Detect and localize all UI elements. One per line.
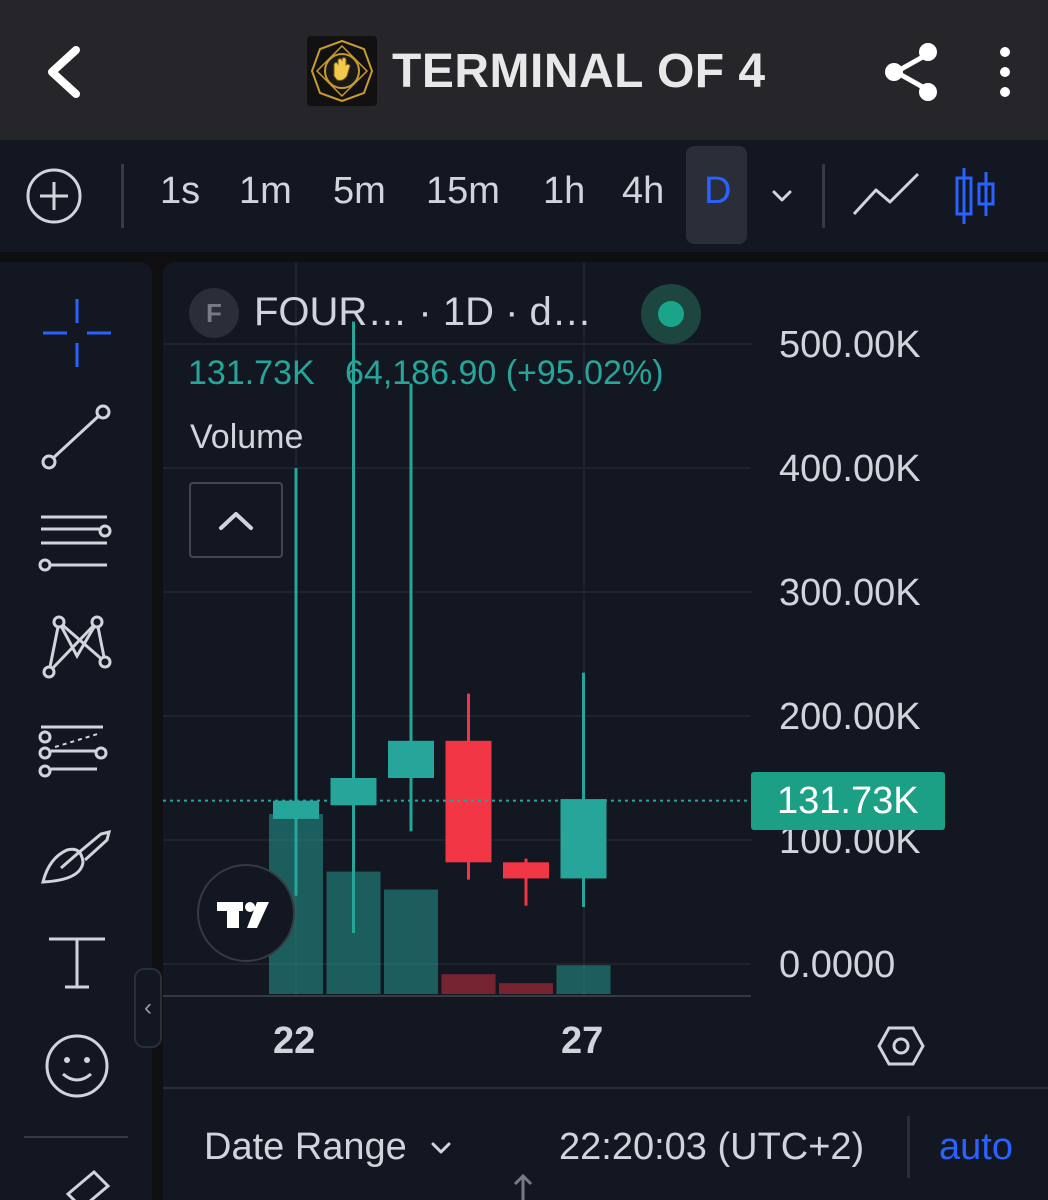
timeframe-1s[interactable]: 1s bbox=[160, 170, 200, 213]
add-indicator-icon[interactable] bbox=[24, 166, 84, 226]
symbol-badge: F bbox=[189, 288, 239, 338]
y-axis-label: 500.00K bbox=[779, 324, 921, 366]
volume-bar bbox=[499, 983, 553, 994]
last-price-label: 131.73K bbox=[751, 772, 945, 830]
timeframe-1h[interactable]: 1h bbox=[543, 170, 585, 213]
chevron-up-icon bbox=[219, 512, 253, 530]
toolbar-divider bbox=[121, 164, 124, 228]
legend-value: 131.73K bbox=[188, 354, 315, 392]
candle-body bbox=[503, 862, 549, 879]
candlestick-chart-icon[interactable] bbox=[948, 164, 1000, 228]
toolbar-divider bbox=[822, 164, 825, 228]
x-axis-label: 22 bbox=[273, 1020, 316, 1062]
volume-bar bbox=[441, 974, 496, 994]
timeframe-5m[interactable]: 5m bbox=[333, 170, 386, 213]
share-icon[interactable] bbox=[880, 40, 942, 104]
volume-bar bbox=[556, 965, 611, 994]
app-logo bbox=[307, 36, 377, 106]
sidebar-divider bbox=[24, 1136, 128, 1138]
tradingview-icon bbox=[217, 902, 269, 928]
candle-body bbox=[388, 740, 434, 778]
date-range-button[interactable]: Date Range bbox=[204, 1126, 407, 1169]
text-tool-icon[interactable] bbox=[37, 923, 117, 1003]
footer-divider bbox=[907, 1116, 910, 1178]
chart-pane[interactable]: F FOUR… · 1D · d… 131.73K 64,186.90 (+95… bbox=[163, 262, 1048, 1200]
candle-body bbox=[273, 800, 319, 819]
line-chart-icon[interactable] bbox=[850, 166, 922, 226]
page-title: TERMINAL OF 4 bbox=[392, 45, 766, 98]
timeframe-15m[interactable]: 15m bbox=[426, 170, 500, 213]
projection-tool-icon[interactable] bbox=[37, 713, 117, 793]
chevron-down-icon[interactable] bbox=[768, 184, 796, 208]
auto-scale-button[interactable]: auto bbox=[939, 1126, 1013, 1169]
collapse-sidebar-button[interactable]: ‹ bbox=[134, 968, 162, 1048]
ruler-icon[interactable] bbox=[62, 1168, 112, 1200]
candles bbox=[273, 321, 607, 933]
pattern-tool-icon[interactable] bbox=[37, 608, 117, 688]
date-range-label: Date Range bbox=[204, 1126, 407, 1168]
volume-bar bbox=[384, 889, 438, 994]
market-status-dot bbox=[641, 284, 701, 344]
y-axis-label: 0.0000 bbox=[779, 944, 896, 986]
y-axis-label: 400.00K bbox=[779, 448, 921, 490]
time-zone-button[interactable]: 22:20:03 (UTC+2) bbox=[559, 1126, 864, 1169]
x-axis-label: 27 bbox=[561, 1020, 604, 1062]
chevron-down-icon[interactable] bbox=[427, 1136, 455, 1160]
emoji-icon[interactable] bbox=[37, 1026, 117, 1106]
symbol-title[interactable]: FOUR… · 1D · d… bbox=[254, 290, 592, 335]
timeframe-1m[interactable]: 1m bbox=[239, 170, 292, 213]
trend-line-icon[interactable] bbox=[37, 398, 117, 478]
legend-change: 64,186.90 (+95.02%) bbox=[345, 354, 664, 392]
collapse-legend-button[interactable] bbox=[189, 482, 283, 558]
settings-icon[interactable] bbox=[877, 1024, 925, 1068]
timeframe-d[interactable]: D bbox=[704, 170, 731, 213]
horizontal-lines-icon[interactable] bbox=[37, 503, 117, 583]
candle-body bbox=[560, 799, 607, 879]
y-axis-label: 300.00K bbox=[779, 572, 921, 614]
brush-icon[interactable] bbox=[37, 818, 117, 898]
timeframe-4h[interactable]: 4h bbox=[622, 170, 664, 213]
arrow-up-icon[interactable] bbox=[511, 1172, 535, 1200]
tradingview-logo[interactable] bbox=[197, 864, 295, 962]
indicator-name: Volume bbox=[190, 418, 304, 456]
more-vertical-icon[interactable] bbox=[990, 42, 1020, 102]
back-arrow-icon[interactable] bbox=[38, 42, 98, 102]
y-axis-label: 200.00K bbox=[779, 696, 921, 738]
crosshair-icon[interactable] bbox=[37, 293, 117, 373]
